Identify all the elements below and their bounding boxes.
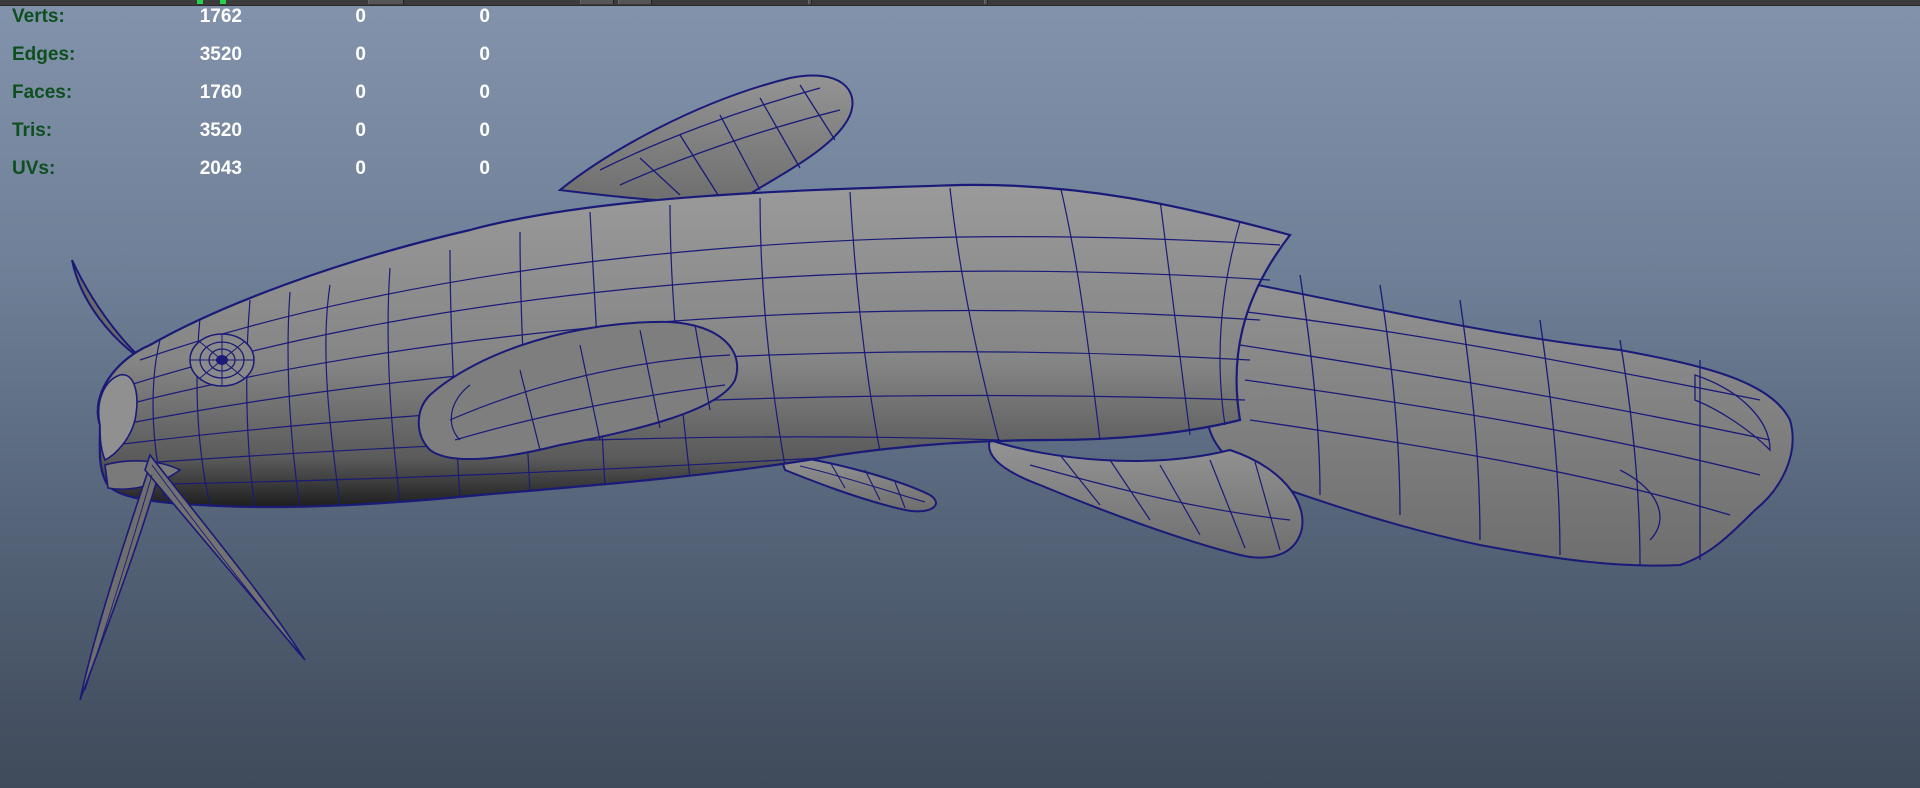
hud-value-object: 1760 [199, 82, 242, 103]
hud-label: Edges: [12, 44, 76, 65]
viewport-3d[interactable]: Verts: 1762 0 0 Edges: 3520 0 0 Faces: 1… [0, 0, 1920, 788]
toolbar-button[interactable] [368, 0, 404, 4]
hud-label: Faces: [12, 82, 73, 103]
hud-value-selected: 0 [355, 44, 366, 65]
hud-value-object: 1762 [199, 6, 242, 27]
hud-label: Tris: [12, 120, 53, 141]
hud-value-selected: 0 [355, 120, 366, 141]
hud-value-selected: 0 [355, 6, 366, 27]
toolbar-button[interactable] [618, 0, 652, 4]
hud-value-component: 0 [479, 82, 490, 103]
viewport-toolbar-strip [0, 0, 1920, 6]
hud-value-object: 3520 [199, 44, 242, 65]
catfish-mesh[interactable] [0, 0, 1920, 788]
dorsal-fin [557, 74, 854, 203]
hud-label: UVs: [12, 158, 56, 179]
toolbar-button[interactable] [580, 0, 614, 4]
pelvic-fin [778, 453, 937, 513]
hud-value-component: 0 [479, 6, 490, 27]
hud-value-object: 3520 [199, 120, 242, 141]
hud-value-selected: 0 [355, 82, 366, 103]
toolbar-divider [808, 0, 812, 4]
hud-value-selected: 0 [355, 158, 366, 179]
barbel-upper [71, 259, 151, 366]
hud-value-component: 0 [479, 158, 490, 179]
hud-value-component: 0 [479, 44, 490, 65]
toolbar-divider [984, 0, 988, 4]
hud-value-component: 0 [479, 120, 490, 141]
eye [189, 333, 255, 387]
hud-value-object: 2043 [199, 158, 242, 179]
hud-label: Verts: [12, 6, 65, 27]
